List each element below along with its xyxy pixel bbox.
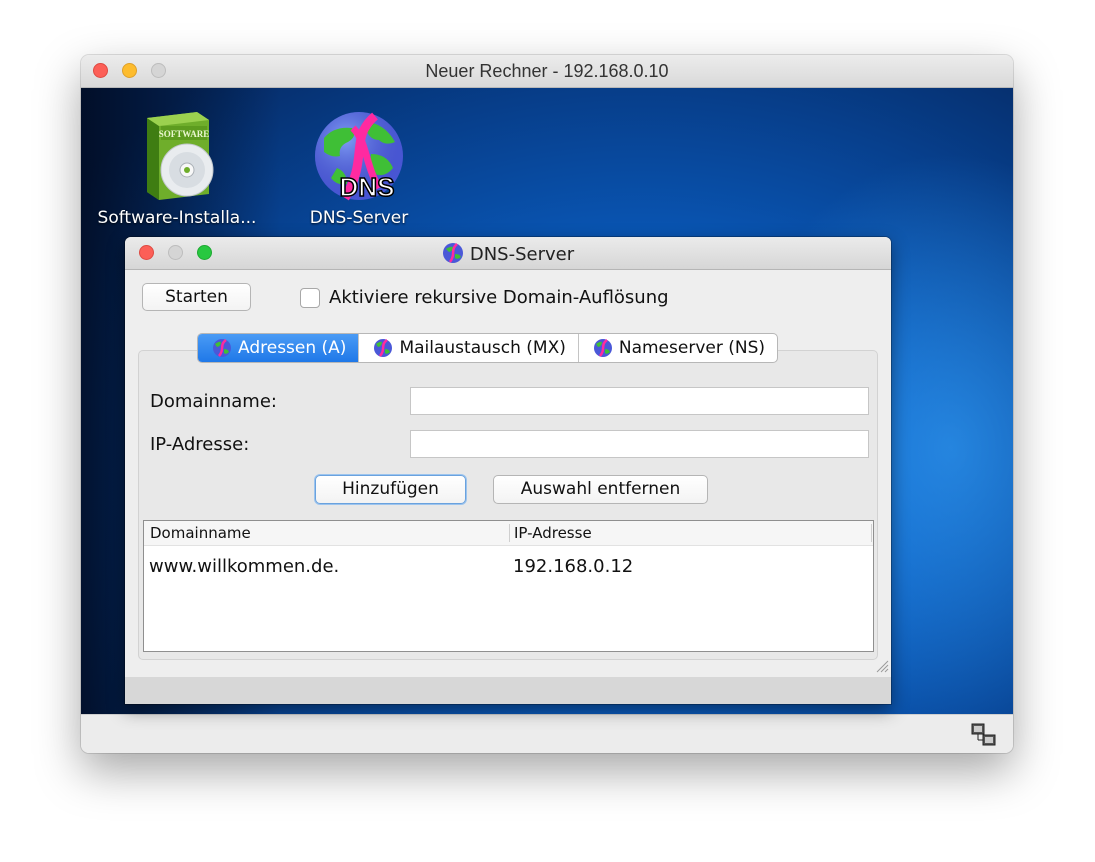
- tab-mail-exchange-label: Mailaustausch (MX): [399, 338, 566, 358]
- recursive-resolution-checkbox[interactable]: [300, 288, 320, 308]
- software-box-icon: SOFTWARE: [147, 112, 214, 200]
- desktop-icon-dns-label: DNS-Server: [309, 208, 409, 228]
- dns-globe-icon: [374, 338, 393, 357]
- dns-globe-icon: DNS: [315, 112, 403, 203]
- domain-name-input[interactable]: [410, 387, 869, 415]
- svg-text:DNS: DNS: [340, 172, 395, 202]
- tab-nameserver[interactable]: Nameserver (NS): [577, 334, 777, 362]
- table-header: Domainname IP-Adresse: [144, 521, 873, 546]
- add-button[interactable]: Hinzufügen: [315, 475, 466, 504]
- dns-server-window: DNS-Server Starten Aktiviere rekursive D…: [125, 237, 891, 704]
- domain-name-label: Domainname:: [150, 391, 277, 412]
- column-header-domain[interactable]: Domainname: [150, 524, 251, 542]
- dns-window-titlebar[interactable]: DNS-Server: [125, 237, 891, 270]
- status-bar: [81, 714, 1013, 753]
- ip-address-input[interactable]: [410, 430, 869, 458]
- dns-window-title: DNS-Server: [469, 244, 575, 265]
- dns-globe-icon: [213, 338, 231, 357]
- outer-titlebar[interactable]: Neuer Rechner - 192.168.0.10: [81, 55, 1013, 88]
- desktop-icon-software-label: Software-Installa...: [97, 208, 257, 228]
- resize-grip-icon[interactable]: [873, 657, 889, 673]
- svg-text:SOFTWARE: SOFTWARE: [159, 129, 210, 139]
- table-cell-domain: www.willkommen.de.: [149, 556, 340, 577]
- tab-nameserver-label: Nameserver (NS): [618, 338, 766, 358]
- outer-window-title: Neuer Rechner - 192.168.0.10: [425, 61, 669, 81]
- desktop-icon-dns[interactable]: DNS DNS-Server: [299, 108, 419, 228]
- column-header-ip[interactable]: IP-Adresse: [514, 524, 592, 542]
- desktop-icon-software[interactable]: SOFTWARE Software-Installa...: [87, 108, 267, 228]
- ip-address-label: IP-Adresse:: [150, 434, 250, 455]
- address-table[interactable]: Domainname IP-Adresse www.willkommen.de.…: [143, 520, 874, 652]
- tab-bar: Adressen (A) Mailaustausch (MX) Nameserv…: [197, 333, 779, 363]
- start-button[interactable]: Starten: [142, 283, 251, 311]
- recursive-resolution-label: Aktiviere rekursive Domain-Auflösung: [329, 287, 669, 308]
- remove-selection-button[interactable]: Auswahl entfernen: [493, 475, 708, 504]
- dns-globe-icon: [593, 338, 612, 357]
- tab-mail-exchange[interactable]: Mailaustausch (MX): [358, 334, 577, 362]
- network-icon[interactable]: [971, 723, 997, 747]
- tab-addresses-label: Adressen (A): [238, 338, 347, 358]
- table-cell-ip: 192.168.0.12: [513, 556, 634, 577]
- dns-globe-icon: [442, 243, 463, 263]
- tab-addresses[interactable]: Adressen (A): [198, 334, 359, 362]
- dns-window-footer: [125, 677, 891, 704]
